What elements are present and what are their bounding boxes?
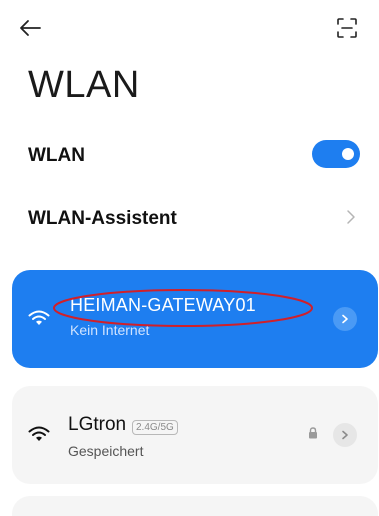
chevron-right-icon xyxy=(342,430,348,440)
wlan-assistant-item[interactable]: WLAN-Assistent xyxy=(28,208,177,230)
network-name: HEIMAN-GATEWAY01 xyxy=(70,295,256,315)
arrow-left-icon xyxy=(20,20,41,36)
chevron-right-icon xyxy=(342,314,348,324)
network-card-partial xyxy=(12,496,378,516)
wifi-icon xyxy=(28,426,50,441)
lock-icon xyxy=(309,427,317,439)
back-button[interactable] xyxy=(0,0,60,56)
band-badge: 2.4G/5G xyxy=(132,420,178,435)
wlan-toggle-label: WLAN xyxy=(28,145,85,166)
network-status: Kein Internet xyxy=(70,322,150,338)
network-details-button[interactable] xyxy=(333,307,357,331)
toggle-knob xyxy=(342,148,354,160)
scan-button[interactable] xyxy=(315,0,379,56)
connected-network-card[interactable]: HEIMAN-GATEWAY01 Kein Internet xyxy=(12,270,378,368)
page-title: WLAN xyxy=(28,64,140,106)
chevron-right-icon[interactable] xyxy=(346,209,356,225)
network-details-button[interactable] xyxy=(333,423,357,447)
network-status: Gespeichert xyxy=(68,443,144,459)
qr-scan-icon xyxy=(337,18,357,38)
wlan-toggle[interactable] xyxy=(312,140,360,168)
saved-network-card[interactable]: LGtron 2.4G/5G Gespeichert xyxy=(12,386,378,484)
wifi-icon xyxy=(28,310,50,325)
network-name: LGtron xyxy=(68,414,127,435)
